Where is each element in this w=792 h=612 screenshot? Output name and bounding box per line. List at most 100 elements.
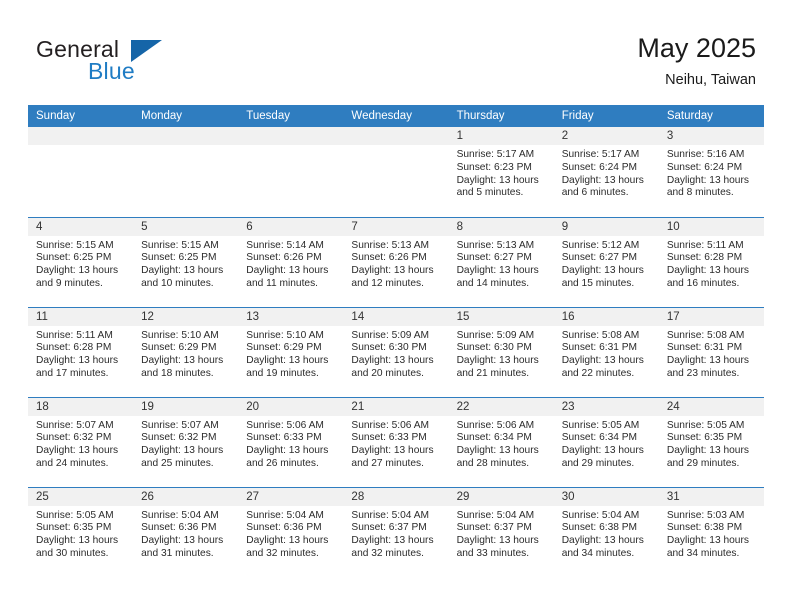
calendar-day-cell[interactable]: 23 Sunrise: 5:05 AM Sunset: 6:34 PM Dayligh…	[553, 396, 659, 487]
day-cell-inner: 17 Sunrise: 5:08 AM Sunset: 6:31 PM Dayligh…	[658, 307, 764, 397]
calendar-day-cell[interactable]: 7 Sunrise: 5:13 AM Sunset: 6:26 PM Daylight…	[343, 216, 449, 307]
daylight-text: Daylight: 13 hours and 27 minutes.	[351, 445, 434, 469]
day-details: Sunrise: 5:11 AM Sunset: 6:28 PM Daylight:…	[28, 326, 133, 381]
calendar-day-cell[interactable]: 16 Sunrise: 5:08 AM Sunset: 6:31 PM Dayligh…	[553, 306, 659, 397]
calendar-day-cell[interactable]: 3 Sunrise: 5:16 AM Sunset: 6:24 PM Daylight…	[658, 127, 764, 217]
day-details: Sunrise: 5:08 AM Sunset: 6:31 PM Daylight:…	[554, 326, 659, 381]
calendar-day-cell[interactable]: 24 Sunrise: 5:05 AM Sunset: 6:35 PM Dayligh…	[658, 396, 764, 487]
day-details: Sunrise: 5:06 AM Sunset: 6:33 PM Daylight:…	[238, 416, 343, 471]
sunrise-text: Sunrise: 5:13 AM	[456, 239, 535, 251]
calendar-day-cell[interactable]: 21 Sunrise: 5:06 AM Sunset: 6:33 PM Dayligh…	[343, 396, 449, 487]
sunrise-text: Sunrise: 5:05 AM	[36, 509, 114, 521]
calendar-day-cell[interactable]: 28 Sunrise: 5:04 AM Sunset: 6:37 PM Dayligh…	[343, 486, 449, 577]
sunrise-text: Sunrise: 5:05 AM	[561, 419, 640, 431]
daylight-text: Daylight: 13 hours and 29 minutes.	[666, 445, 749, 469]
calendar-day-cell[interactable]: 5 Sunrise: 5:15 AM Sunset: 6:25 PM Daylight…	[133, 216, 239, 307]
sunset-text: Sunset: 6:32 PM	[141, 432, 217, 444]
day-number	[133, 127, 239, 145]
day-number	[28, 127, 134, 145]
calendar-day-cell[interactable]: 20 Sunrise: 5:06 AM Sunset: 6:33 PM Dayligh…	[238, 396, 344, 487]
brand-logo[interactable]: General Blue	[36, 36, 276, 90]
calendar-day-cell[interactable]: 31 Sunrise: 5:03 AM Sunset: 6:38 PM Dayligh…	[658, 486, 764, 577]
calendar-day-cell[interactable]: 4 Sunrise: 5:15 AM Sunset: 6:25 PM Daylight…	[28, 216, 134, 307]
calendar-day-cell[interactable]: 2 Sunrise: 5:17 AM Sunset: 6:24 PM Daylight…	[553, 127, 659, 217]
day-cell-inner: 23 Sunrise: 5:05 AM Sunset: 6:34 PM Dayligh…	[553, 397, 659, 487]
calendar-day-cell[interactable]: 6 Sunrise: 5:14 AM Sunset: 6:26 PM Daylight…	[238, 216, 344, 307]
sunrise-text: Sunrise: 5:08 AM	[561, 329, 640, 341]
calendar-day-cell[interactable]: 8 Sunrise: 5:13 AM Sunset: 6:27 PM Daylight…	[448, 216, 554, 307]
calendar-day-cell[interactable]: 26 Sunrise: 5:04 AM Sunset: 6:36 PM Dayligh…	[133, 486, 239, 577]
calendar-day-cell[interactable]: 22 Sunrise: 5:06 AM Sunset: 6:34 PM Dayligh…	[448, 396, 554, 487]
sunset-text: Sunset: 6:24 PM	[666, 161, 743, 173]
brand-name-blue: Blue	[88, 58, 135, 84]
calendar-week-row: 25 Sunrise: 5:05 AM Sunset: 6:35 PM Dayligh…	[28, 486, 764, 577]
day-cell-inner: 10 Sunrise: 5:11 AM Sunset: 6:28 PM Dayligh…	[658, 217, 764, 307]
sunrise-text: Sunrise: 5:07 AM	[141, 419, 219, 431]
sunrise-text: Sunrise: 5:06 AM	[456, 419, 535, 431]
weekday-header-saturday: Saturday	[658, 105, 764, 127]
sunset-text: Sunset: 6:26 PM	[246, 252, 322, 264]
calendar-day-cell[interactable]: 12 Sunrise: 5:10 AM Sunset: 6:29 PM Dayligh…	[133, 306, 239, 397]
day-number: 28	[343, 487, 449, 506]
calendar-cell-empty	[238, 127, 344, 217]
day-cell-inner: 3 Sunrise: 5:16 AM Sunset: 6:24 PM Daylight…	[658, 127, 764, 216]
calendar-day-cell[interactable]: 15 Sunrise: 5:09 AM Sunset: 6:30 PM Dayligh…	[448, 306, 554, 397]
day-cell-inner: 27 Sunrise: 5:04 AM Sunset: 6:36 PM Dayligh…	[238, 487, 344, 577]
day-cell-inner: 7 Sunrise: 5:13 AM Sunset: 6:26 PM Daylight…	[343, 217, 449, 307]
day-number: 10	[658, 217, 764, 236]
day-details: Sunrise: 5:07 AM Sunset: 6:32 PM Daylight:…	[28, 416, 133, 471]
daylight-text: Daylight: 13 hours and 21 minutes.	[456, 355, 539, 379]
calendar-day-cell[interactable]: 9 Sunrise: 5:12 AM Sunset: 6:27 PM Daylight…	[553, 216, 659, 307]
daylight-text: Daylight: 13 hours and 22 minutes.	[561, 355, 644, 379]
day-cell-inner: 25 Sunrise: 5:05 AM Sunset: 6:35 PM Dayligh…	[28, 487, 134, 577]
calendar-day-cell[interactable]: 29 Sunrise: 5:04 AM Sunset: 6:37 PM Dayligh…	[448, 486, 554, 577]
day-number: 18	[28, 397, 134, 416]
calendar-day-cell[interactable]: 25 Sunrise: 5:05 AM Sunset: 6:35 PM Dayligh…	[28, 486, 134, 577]
calendar-day-cell[interactable]: 30 Sunrise: 5:04 AM Sunset: 6:38 PM Dayligh…	[553, 486, 659, 577]
day-details: Sunrise: 5:04 AM Sunset: 6:36 PM Daylight:…	[238, 506, 343, 561]
sunset-text: Sunset: 6:33 PM	[351, 432, 427, 444]
weekday-header-wednesday: Wednesday	[343, 105, 449, 127]
daylight-text: Daylight: 13 hours and 20 minutes.	[351, 355, 434, 379]
daylight-text: Daylight: 13 hours and 16 minutes.	[666, 265, 749, 289]
calendar-day-cell[interactable]: 27 Sunrise: 5:04 AM Sunset: 6:36 PM Dayligh…	[238, 486, 344, 577]
sunset-text: Sunset: 6:31 PM	[561, 342, 638, 354]
calendar-day-cell[interactable]: 10 Sunrise: 5:11 AM Sunset: 6:28 PM Dayligh…	[658, 216, 764, 307]
calendar-day-cell[interactable]: 19 Sunrise: 5:07 AM Sunset: 6:32 PM Dayligh…	[133, 396, 239, 487]
sunrise-text: Sunrise: 5:04 AM	[141, 509, 219, 521]
day-number: 13	[238, 307, 344, 326]
day-details: Sunrise: 5:06 AM Sunset: 6:34 PM Daylight:…	[449, 416, 554, 471]
day-number: 17	[658, 307, 764, 326]
day-details: Sunrise: 5:04 AM Sunset: 6:37 PM Daylight:…	[343, 506, 448, 561]
calendar-day-cell[interactable]: 1 Sunrise: 5:17 AM Sunset: 6:23 PM Daylight…	[448, 127, 554, 217]
calendar-day-cell[interactable]: 14 Sunrise: 5:09 AM Sunset: 6:30 PM Dayligh…	[343, 306, 449, 397]
sunset-text: Sunset: 6:35 PM	[36, 522, 112, 534]
sunrise-text: Sunrise: 5:07 AM	[36, 419, 114, 431]
daylight-text: Daylight: 13 hours and 18 minutes.	[141, 355, 224, 379]
day-number: 20	[238, 397, 344, 416]
day-number: 9	[553, 217, 659, 236]
calendar-day-cell[interactable]: 18 Sunrise: 5:07 AM Sunset: 6:32 PM Dayligh…	[28, 396, 134, 487]
day-number: 23	[553, 397, 659, 416]
day-cell-inner: 13 Sunrise: 5:10 AM Sunset: 6:29 PM Dayligh…	[238, 307, 344, 397]
calendar-day-cell[interactable]: 17 Sunrise: 5:08 AM Sunset: 6:31 PM Dayligh…	[658, 306, 764, 397]
calendar-day-cell[interactable]: 13 Sunrise: 5:10 AM Sunset: 6:29 PM Dayligh…	[238, 306, 344, 397]
sunrise-text: Sunrise: 5:04 AM	[561, 509, 640, 521]
sunrise-text: Sunrise: 5:03 AM	[666, 509, 745, 521]
day-cell-inner: 11 Sunrise: 5:11 AM Sunset: 6:28 PM Dayligh…	[28, 307, 134, 397]
day-number	[343, 127, 449, 145]
day-details: Sunrise: 5:14 AM Sunset: 6:26 PM Daylight:…	[238, 236, 343, 291]
weekday-header-monday: Monday	[133, 105, 239, 127]
day-number: 11	[28, 307, 134, 326]
sunrise-text: Sunrise: 5:06 AM	[351, 419, 430, 431]
calendar-day-cell[interactable]: 11 Sunrise: 5:11 AM Sunset: 6:28 PM Dayligh…	[28, 306, 134, 397]
day-cell-inner: 6 Sunrise: 5:14 AM Sunset: 6:26 PM Daylight…	[238, 217, 344, 307]
day-cell-inner: 14 Sunrise: 5:09 AM Sunset: 6:30 PM Dayligh…	[343, 307, 449, 397]
day-cell-inner: 15 Sunrise: 5:09 AM Sunset: 6:30 PM Dayligh…	[448, 307, 554, 397]
sunset-text: Sunset: 6:30 PM	[351, 342, 427, 354]
day-number: 6	[238, 217, 344, 236]
day-cell-inner: 8 Sunrise: 5:13 AM Sunset: 6:27 PM Daylight…	[448, 217, 554, 307]
day-number: 5	[133, 217, 239, 236]
calendar-header-row: Sunday Monday Tuesday Wednesday Thursday Frid…	[28, 105, 764, 127]
sunrise-text: Sunrise: 5:12 AM	[561, 239, 640, 251]
